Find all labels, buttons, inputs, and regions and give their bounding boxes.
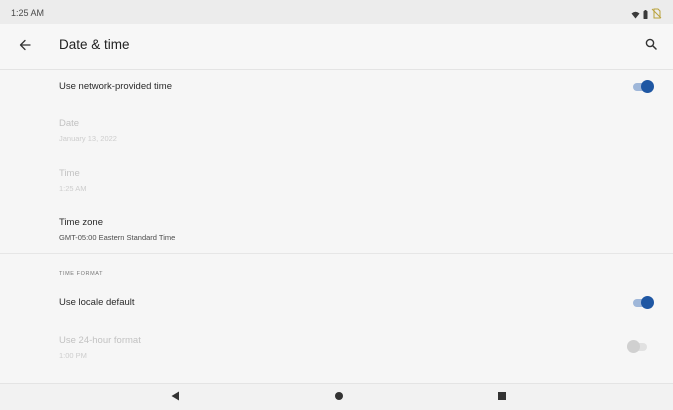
nav-home-button[interactable]: [332, 390, 346, 404]
navigation-bar: [0, 383, 673, 410]
page-title: Date & time: [59, 37, 130, 52]
section-header-time-format: TIME FORMAT: [59, 271, 104, 277]
time-zone-row[interactable]: Time zone GMT-05:00 Eastern Standard Tim…: [59, 217, 673, 243]
battery-icon: [643, 6, 648, 24]
use-24-hour-label: Use 24-hour format: [59, 335, 141, 346]
locale-default-toggle[interactable]: [633, 296, 655, 310]
back-triangle-icon: [171, 388, 180, 406]
network-time-row[interactable]: Use network-provided time: [59, 81, 673, 95]
recents-square-icon: [497, 388, 507, 406]
toggle-thumb: [641, 80, 654, 93]
time-row[interactable]: Time 1:25 AM: [59, 168, 673, 194]
time-label: Time: [59, 168, 80, 179]
locale-default-label: Use locale default: [59, 297, 135, 308]
nav-recents-button[interactable]: [495, 390, 509, 404]
status-icons: [631, 6, 662, 24]
locale-default-row[interactable]: Use locale default: [59, 297, 673, 311]
arrow-back-icon: [19, 38, 31, 56]
settings-list: Use network-provided time Date January 1…: [0, 70, 673, 383]
app-bar: Date & time: [0, 24, 673, 70]
time-value: 1:25 AM: [59, 184, 87, 193]
toggle-thumb: [627, 340, 640, 353]
date-label: Date: [59, 118, 80, 129]
network-time-toggle[interactable]: [633, 80, 655, 94]
date-row[interactable]: Date January 13, 2022: [59, 118, 673, 144]
wifi-icon: [631, 6, 640, 24]
search-icon: [645, 37, 657, 55]
back-button[interactable]: [14, 36, 36, 58]
nav-back-button[interactable]: [168, 390, 182, 404]
toggle-thumb: [641, 296, 654, 309]
date-value: January 13, 2022: [59, 134, 117, 143]
status-time: 1:25 AM: [11, 8, 45, 18]
use-24-hour-value: 1:00 PM: [59, 351, 87, 360]
use-24-hour-toggle[interactable]: [627, 340, 649, 354]
time-zone-label: Time zone: [59, 217, 103, 228]
network-time-label: Use network-provided time: [59, 81, 172, 92]
use-24-hour-row[interactable]: Use 24-hour format 1:00 PM: [59, 335, 673, 361]
no-sim-icon: [651, 6, 662, 24]
home-circle-icon: [334, 388, 344, 406]
divider: [0, 253, 673, 254]
time-zone-value: GMT-05:00 Eastern Standard Time: [59, 233, 176, 242]
status-bar: 1:25 AM: [0, 0, 673, 24]
search-button[interactable]: [640, 35, 662, 57]
